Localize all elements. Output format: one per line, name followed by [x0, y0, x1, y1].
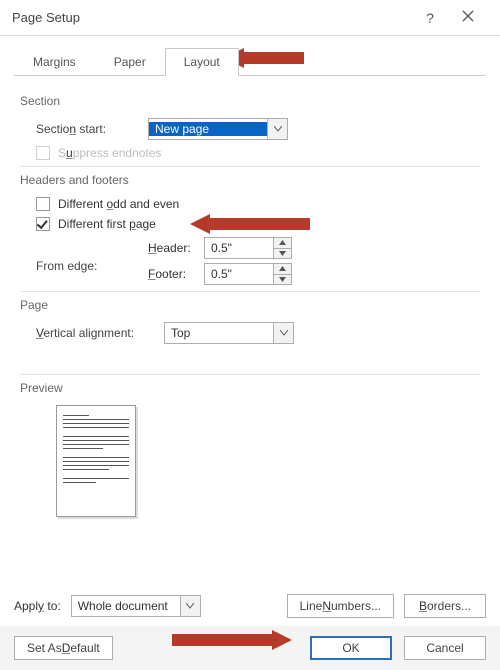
chevron-down-icon[interactable]	[267, 119, 287, 139]
tab-margins[interactable]: Margins	[14, 48, 95, 76]
spin-down-icon[interactable]	[274, 249, 291, 259]
preview-label: Preview	[20, 381, 480, 395]
vertical-alignment-label: Vertical alignment:	[36, 326, 164, 340]
borders-button[interactable]: Borders...	[404, 594, 486, 618]
footer-spinner[interactable]: 0.5"	[204, 263, 292, 285]
set-as-default-button[interactable]: Set As Default	[14, 636, 113, 660]
dialog-title: Page Setup	[12, 10, 80, 25]
section-start-value: New page	[149, 122, 267, 136]
footer-label: Footer:	[148, 267, 204, 281]
apply-to-label: Apply to:	[14, 599, 61, 613]
tab-strip: Margins Paper Layout	[0, 36, 500, 76]
page-group-label: Page	[20, 298, 480, 312]
spin-down-icon[interactable]	[274, 275, 291, 285]
ok-button[interactable]: OK	[310, 636, 392, 660]
close-button[interactable]	[448, 10, 488, 25]
tab-layout[interactable]: Layout	[165, 48, 239, 76]
chevron-down-icon[interactable]	[180, 596, 200, 616]
header-label: Header:	[148, 241, 204, 255]
header-spinner[interactable]: 0.5"	[204, 237, 292, 259]
apply-to-combo[interactable]: Whole document	[71, 595, 201, 617]
section-start-combo[interactable]: New page	[148, 118, 288, 140]
content-panel: Section Section start: New page Suppress…	[14, 75, 486, 523]
suppress-endnotes-label: Suppress endnotes	[58, 146, 161, 160]
line-numbers-button[interactable]: Line Numbers...	[287, 594, 394, 618]
first-page-label: Different first page	[58, 217, 156, 231]
footer-value: 0.5"	[205, 267, 273, 281]
title-bar: Page Setup ?	[0, 0, 500, 36]
section-group-label: Section	[20, 94, 480, 108]
spin-up-icon[interactable]	[274, 264, 291, 275]
from-edge-label: From edge:	[36, 249, 148, 273]
tab-paper[interactable]: Paper	[95, 48, 165, 76]
section-start-label: Section start:	[36, 122, 148, 136]
vertical-alignment-combo[interactable]: Top	[164, 322, 294, 344]
headers-footers-group-label: Headers and footers	[20, 173, 480, 187]
apply-to-value: Whole document	[72, 599, 180, 613]
odd-even-label: Different odd and even	[58, 197, 179, 211]
suppress-endnotes-checkbox	[36, 146, 50, 160]
odd-even-checkbox[interactable]	[36, 197, 50, 211]
spin-up-icon[interactable]	[274, 238, 291, 249]
first-page-checkbox[interactable]	[36, 217, 50, 231]
preview-page	[56, 405, 136, 517]
footer: Set As Default OK Cancel	[0, 626, 500, 670]
help-button[interactable]: ?	[412, 10, 448, 26]
cancel-button[interactable]: Cancel	[404, 636, 486, 660]
vertical-alignment-value: Top	[165, 326, 273, 340]
chevron-down-icon[interactable]	[273, 323, 293, 343]
header-value: 0.5"	[205, 241, 273, 255]
